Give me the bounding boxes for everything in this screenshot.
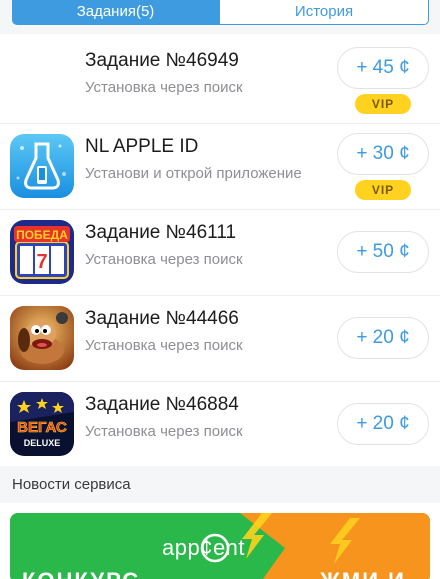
task-title: Задание №46111 xyxy=(85,222,237,243)
reward-button[interactable]: + 30 ¢ xyxy=(337,133,429,175)
task-row[interactable]: Задание №46949 Установка через поиск + 4… xyxy=(0,38,440,124)
svg-text:ПОБЕДА: ПОБЕДА xyxy=(16,228,68,242)
reward-button[interactable]: + 20 ¢ xyxy=(337,403,429,445)
svg-text:7: 7 xyxy=(36,251,47,273)
task-subtitle: Установка через поиск xyxy=(85,251,243,268)
task-row[interactable]: NL APPLE ID Установи и открой приложение… xyxy=(0,124,440,210)
reward-button[interactable]: + 50 ¢ xyxy=(337,231,429,273)
task-subtitle: Установка через поиск xyxy=(85,423,243,440)
pobeda-slot-app-icon: 7 ПОБЕДА xyxy=(10,220,74,284)
banner-promo-right: ЖМИ И xyxy=(320,568,406,579)
reward-button[interactable]: + 45 ¢ xyxy=(337,47,429,89)
tab-history[interactable]: История xyxy=(219,0,429,25)
banner-promo-left: КОНКУРС xyxy=(22,568,140,579)
vip-badge: VIP xyxy=(355,180,411,200)
cartoon-dog-app-icon xyxy=(10,306,74,370)
task-title: NL APPLE ID xyxy=(85,136,199,157)
task-subtitle: Установка через поиск xyxy=(85,79,243,96)
banner-brand: app¢ent xyxy=(162,535,246,560)
news-section-title: Новости сервиса xyxy=(12,476,131,493)
vip-badge: VIP xyxy=(355,94,411,114)
task-row[interactable]: ВЕГАС DELUXE Задание №46884 Установка че… xyxy=(0,382,440,468)
task-row[interactable]: 7 ПОБЕДА Задание №46111 Установка через … xyxy=(0,210,440,296)
news-banner[interactable]: app¢ent КОНКУРС ЖМИ И xyxy=(10,513,430,579)
news-section-header: Новости сервиса xyxy=(0,466,440,503)
task-title: Задание №46949 xyxy=(85,50,239,71)
task-title: Задание №46884 xyxy=(85,394,239,415)
task-subtitle: Установи и открой приложение xyxy=(85,165,302,182)
apple-id-app-icon xyxy=(10,134,74,198)
svg-text:ВЕГАС: ВЕГАС xyxy=(17,419,67,436)
vegas-deluxe-app-icon: ВЕГАС DELUXE xyxy=(10,392,74,456)
task-row[interactable]: Задание №44466 Установка через поиск + 2… xyxy=(0,296,440,382)
tab-tasks[interactable]: Задания(5) xyxy=(12,0,219,25)
svg-text:DELUXE: DELUXE xyxy=(24,438,61,448)
reward-button[interactable]: + 20 ¢ xyxy=(337,317,429,359)
tab-bar: Задания(5) История xyxy=(0,0,440,34)
task-title: Задание №44466 xyxy=(85,308,239,329)
task-subtitle: Установка через поиск xyxy=(85,337,243,354)
